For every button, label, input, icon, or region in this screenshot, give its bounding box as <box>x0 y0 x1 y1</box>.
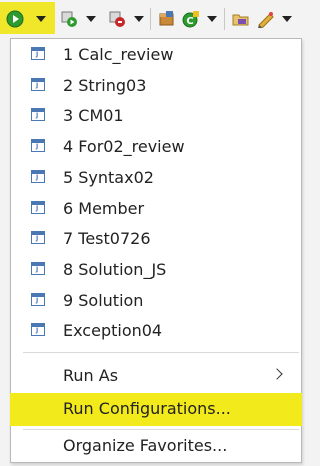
external-tools-icon <box>109 11 125 27</box>
menu-item-label: 1 Calc_review <box>63 45 174 64</box>
menu-item-history-7[interactable]: J 7 Test0726 <box>11 224 301 255</box>
menu-item-history-5[interactable]: J 5 Syntax02 <box>11 163 301 194</box>
java-launch-icon: J <box>31 201 45 214</box>
menu-item-history-1[interactable]: J 1 Calc_review <box>11 40 301 71</box>
external-tools-dropdown-arrow[interactable] <box>134 6 144 32</box>
java-launch-icon: J <box>31 78 45 91</box>
menu-item-label: 4 For02_review <box>63 137 185 156</box>
menu-item-history-2[interactable]: J 2 String03 <box>11 71 301 102</box>
run-dropdown-arrow[interactable] <box>36 6 46 32</box>
menu-item-history-6[interactable]: J 6 Member <box>11 194 301 225</box>
chevron-down-icon <box>207 16 217 22</box>
toolbar: C <box>0 0 304 38</box>
toolbar-separator <box>150 8 151 30</box>
menu-item-history-9[interactable]: J 9 Solution <box>11 286 301 317</box>
chevron-right-icon <box>271 368 283 380</box>
menu-item-label: Organize Favorites... <box>63 436 228 455</box>
pencil-icon <box>258 12 274 28</box>
new-package-button[interactable] <box>158 6 176 32</box>
menu-item-history-4[interactable]: J 4 For02_review <box>11 132 301 163</box>
menu-item-label: Exception04 <box>63 321 163 340</box>
menu-item-history-8[interactable]: J 8 Solution_JS <box>11 255 301 286</box>
menu-item-run-configurations[interactable]: Run Configurations... <box>10 393 302 426</box>
menu-item-label: 7 Test0726 <box>63 229 151 248</box>
coverage-dropdown-arrow[interactable] <box>86 6 96 32</box>
chevron-down-icon <box>134 16 144 22</box>
coverage-button[interactable] <box>60 6 78 32</box>
new-class-icon: C <box>182 11 199 28</box>
java-launch-icon: J <box>31 170 45 183</box>
coverage-icon <box>61 11 77 27</box>
java-launch-icon: J <box>31 231 45 244</box>
menu-item-label: 3 CM01 <box>63 106 124 125</box>
external-tools-button[interactable] <box>108 6 126 32</box>
run-icon <box>6 10 24 28</box>
open-type-button[interactable] <box>232 6 250 32</box>
java-launch-icon: J <box>31 262 45 275</box>
search-dropdown-arrow[interactable] <box>282 6 292 32</box>
menu-item-history-10[interactable]: J Exception04 <box>11 316 301 347</box>
menu-item-label: 5 Syntax02 <box>63 168 154 187</box>
java-launch-icon: J <box>31 293 45 306</box>
new-class-dropdown-arrow[interactable] <box>207 6 217 32</box>
menu-item-history-3[interactable]: J 3 CM01 <box>11 101 301 132</box>
menu-item-organize-favorites[interactable]: Organize Favorites... <box>11 431 301 462</box>
java-launch-icon: J <box>31 323 45 336</box>
new-class-button[interactable]: C <box>182 6 200 32</box>
package-icon <box>159 11 174 26</box>
menu-item-label: Run As <box>63 366 119 385</box>
run-button[interactable] <box>6 6 24 32</box>
menu-item-label: 9 Solution <box>63 291 144 310</box>
menu-separator <box>23 352 299 353</box>
java-launch-icon: J <box>31 139 45 152</box>
svg-text:C: C <box>186 16 193 27</box>
menu-item-label: 8 Solution_JS <box>63 260 167 279</box>
menu-item-run-as[interactable]: Run As <box>11 361 301 392</box>
menu-separator <box>23 429 299 430</box>
chevron-down-icon <box>86 16 96 22</box>
search-button[interactable] <box>256 6 276 32</box>
chevron-down-icon <box>36 16 46 22</box>
menu-item-label: Run Configurations... <box>63 399 231 418</box>
java-launch-icon: J <box>31 108 45 121</box>
run-dropdown-menu: J 1 Calc_review J 2 String03 J 3 CM01 J … <box>10 38 302 463</box>
toolbar-separator <box>224 8 225 30</box>
java-launch-icon: J <box>31 47 45 60</box>
chevron-down-icon <box>282 16 292 22</box>
menu-item-label: 6 Member <box>63 199 145 218</box>
menu-item-label: 2 String03 <box>63 76 147 95</box>
open-folder-icon <box>232 14 249 26</box>
